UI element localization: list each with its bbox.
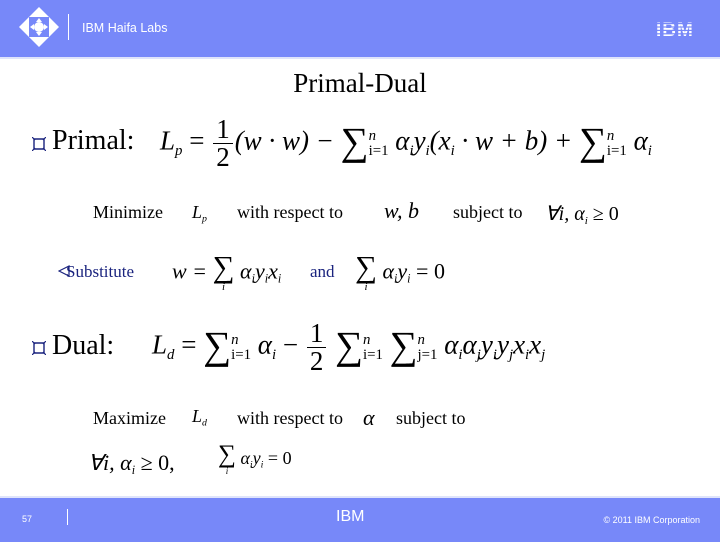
substitute-equation-w: w = ∑ i αiyixi — [172, 250, 282, 293]
slide-title: Primal-Dual — [293, 68, 427, 98]
and-label: and — [310, 262, 335, 281]
org-title: IBM Haifa Labs — [82, 21, 168, 35]
footer-brand: IBM — [336, 508, 365, 525]
dual-constraint-sum: ∑ i αiyi = 0 — [218, 441, 292, 476]
primal-label: Primal: — [52, 125, 135, 156]
footer-divider — [67, 509, 68, 525]
primal-constraint: ∀i, αi ≥ 0 — [545, 203, 619, 227]
svg-text:IBM: IBM — [656, 20, 694, 38]
dual-variable: α — [363, 405, 375, 430]
dual-objective: Ld — [192, 406, 207, 429]
substitute-equation-constraint: ∑ i αiyi = 0 — [355, 250, 445, 293]
substitute-label: Substitute — [66, 262, 135, 281]
square-bullet-icon — [32, 137, 46, 151]
primal-wrt-label: with respect to — [237, 202, 343, 222]
dual-label: Dual: — [52, 330, 115, 361]
ibm-logo: IBM — [656, 20, 704, 38]
primal-equation: Lp = 1 2 (w · w) − ∑ n i=1 αiyi(xi · w + b) … — [160, 114, 652, 172]
dual-constraint-nonneg: ∀i, αi ≥ 0, — [88, 450, 175, 478]
page-number: 57 — [22, 514, 33, 524]
dual-wrt-label: with respect to — [237, 408, 343, 428]
primal-variables: w, b — [384, 198, 420, 223]
square-bullet-icon — [32, 341, 46, 355]
dual-equation: Ld = ∑ n i=1 αi − 12 ∑ n i=1 ∑ n j=1 αiαjyiyjx… — [152, 318, 546, 376]
header-divider — [68, 14, 69, 40]
slide-footer: 57 IBM © 2011 IBM Corporation — [0, 496, 720, 542]
maximize-label: Maximize — [93, 408, 166, 428]
diamond-logo-icon — [19, 7, 59, 47]
primal-subject-label: subject to — [453, 202, 523, 222]
copyright-notice: © 2011 IBM Corporation — [603, 515, 700, 525]
dual-subject-label: subject to — [396, 408, 466, 428]
primal-objective: Lp — [192, 202, 207, 225]
slide-header: IBM Haifa Labs IBM — [0, 0, 720, 59]
minimize-label: Minimize — [93, 202, 163, 222]
